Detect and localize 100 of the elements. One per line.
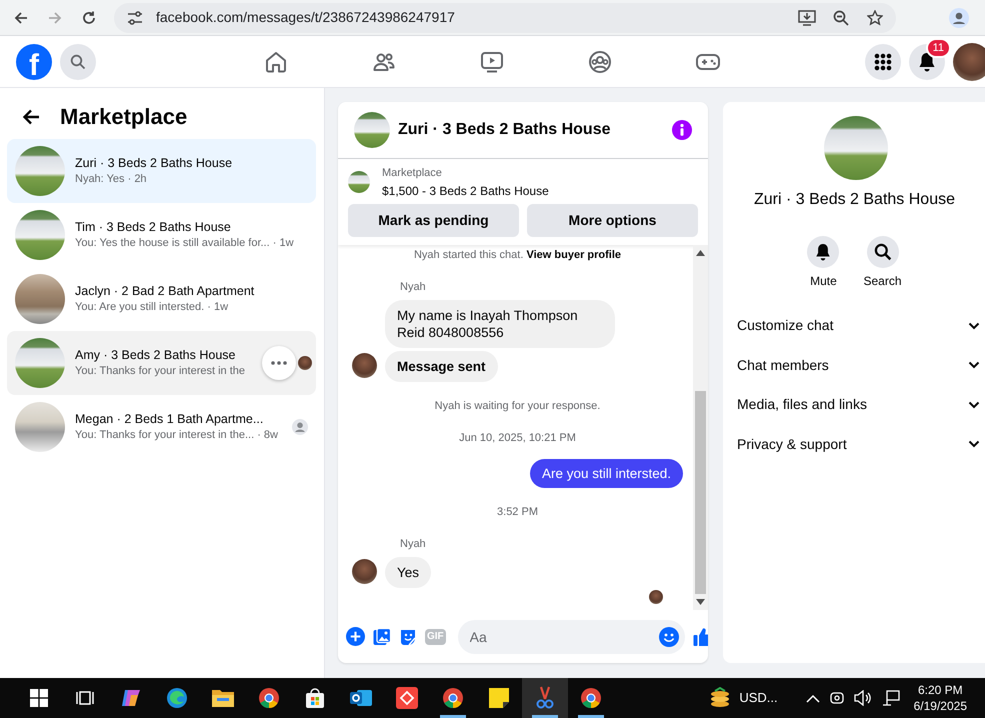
windows-logo-icon bbox=[30, 689, 48, 707]
menu-button[interactable] bbox=[865, 44, 901, 80]
taskbar-button[interactable] bbox=[522, 678, 568, 718]
groups-icon bbox=[588, 50, 612, 74]
home-icon bbox=[264, 50, 288, 74]
scroll-down-icon[interactable] bbox=[696, 599, 705, 605]
section-row[interactable]: Customize chat bbox=[723, 306, 985, 346]
coins-icon[interactable] bbox=[709, 687, 732, 709]
section-row[interactable]: Media, files and links bbox=[723, 385, 985, 424]
app-icon bbox=[120, 687, 142, 709]
more-options-button[interactable] bbox=[262, 346, 296, 380]
currency-widget-text[interactable]: USD... bbox=[739, 688, 778, 708]
site-settings-icon[interactable] bbox=[127, 10, 143, 24]
menu-grid-icon bbox=[874, 52, 892, 70]
speaker-icon[interactable] bbox=[854, 690, 872, 706]
system-notice: Nyah started this chat. View buyer profile bbox=[412, 248, 622, 262]
conversation-title: Amy · 3 Beds 2 Baths House bbox=[75, 347, 236, 364]
chevron-up-icon[interactable] bbox=[806, 694, 820, 702]
message-preview: You: Thanks for your interest in the bbox=[75, 364, 245, 379]
conversation-item[interactable]: Amy · 3 Beds 2 Baths House You: Thanks for your interest in the bbox=[7, 331, 316, 395]
image-icon[interactable] bbox=[373, 628, 391, 646]
message-bubble: Yes bbox=[385, 556, 432, 588]
conversation-item[interactable]: Megan · 2 Beds 1 Bath Apartme... You: Thanks for your interest in the... · 8w bbox=[7, 395, 316, 459]
action-button[interactable] bbox=[866, 236, 898, 268]
conversation-title: Tim · 3 Beds 2 Baths House bbox=[75, 219, 231, 236]
photo-placeholder bbox=[15, 146, 65, 196]
sender-name: Nyah bbox=[399, 280, 427, 295]
clock-date[interactable]: 6/19/2025 bbox=[914, 698, 967, 714]
thumbs-up-icon[interactable] bbox=[692, 626, 708, 646]
camera-icon[interactable] bbox=[830, 690, 844, 706]
chevron-down-icon bbox=[968, 322, 980, 330]
more-dots-icon bbox=[271, 361, 287, 365]
profile-icon[interactable] bbox=[949, 8, 969, 28]
browser-icon bbox=[166, 687, 188, 709]
scrollbar[interactable] bbox=[693, 244, 708, 610]
buyer-profile-link[interactable]: View buyer profile bbox=[526, 248, 622, 260]
search-icon bbox=[874, 243, 892, 261]
listing-action-button[interactable]: More options bbox=[527, 204, 698, 236]
photo-placeholder bbox=[348, 171, 370, 194]
sender-avatar bbox=[352, 352, 377, 378]
emoji-icon[interactable] bbox=[658, 626, 679, 646]
bell-icon bbox=[918, 52, 936, 72]
section-row[interactable]: Privacy & support bbox=[723, 424, 985, 464]
photo-placeholder bbox=[15, 274, 65, 324]
back-arrow-icon bbox=[22, 108, 40, 124]
seen-avatar bbox=[649, 590, 663, 604]
scissors-icon bbox=[535, 686, 555, 710]
timestamp: Jun 10, 2025, 10:21 PM bbox=[458, 431, 577, 446]
photo-placeholder bbox=[15, 210, 65, 260]
section-row[interactable]: Chat members bbox=[723, 346, 985, 385]
store-bag-icon bbox=[304, 687, 326, 709]
section-label: Privacy & support bbox=[737, 434, 847, 454]
network-icon[interactable] bbox=[882, 690, 900, 706]
clock-time[interactable]: 6:20 PM bbox=[914, 682, 967, 698]
photo-placeholder bbox=[15, 338, 65, 388]
photo-placeholder bbox=[354, 112, 390, 148]
message-bubble: My name is Inayah Thompson Reid 8048008556 bbox=[385, 300, 615, 348]
section-label: Chat members bbox=[737, 356, 829, 375]
message-preview: You: Thanks for your interest in the... · 8w bbox=[75, 428, 278, 443]
section-label: Media, files and links bbox=[737, 395, 867, 414]
listing-price-title: $1,500 - 3 Beds 2 Baths House bbox=[382, 182, 549, 200]
chevron-down-icon bbox=[968, 361, 980, 370]
action-label: Mute bbox=[810, 273, 837, 290]
plus-icon[interactable] bbox=[346, 627, 365, 646]
message-preview: You: Are you still intersted. · 1w bbox=[75, 300, 228, 315]
timestamp: 3:52 PM bbox=[496, 504, 539, 520]
message-preview: Nyah: Yes · 2h bbox=[75, 172, 147, 187]
reload-icon[interactable] bbox=[81, 10, 97, 26]
back-icon[interactable] bbox=[13, 10, 29, 26]
listing-label: Marketplace bbox=[382, 166, 443, 181]
chevron-down-icon bbox=[968, 400, 980, 409]
search-icon bbox=[70, 54, 86, 70]
mail-app-icon bbox=[349, 687, 373, 709]
conversation-title: Megan · 2 Beds 1 Bath Apartme... bbox=[75, 411, 264, 428]
folder-icon bbox=[211, 688, 235, 708]
action-button[interactable] bbox=[807, 236, 840, 268]
sender-name: Nyah bbox=[399, 537, 427, 552]
account-avatar[interactable] bbox=[953, 42, 985, 80]
sticker-icon[interactable] bbox=[399, 628, 417, 646]
facebook-logo[interactable]: f bbox=[16, 44, 52, 80]
search-button[interactable] bbox=[60, 44, 96, 80]
message-input[interactable]: Aa bbox=[458, 620, 685, 654]
conversation-item[interactable]: Tim · 3 Beds 2 Baths House You: Yes the house is still available for... · 1w bbox=[7, 203, 316, 267]
task-view-icon bbox=[76, 689, 94, 707]
scroll-up-icon[interactable] bbox=[696, 250, 705, 256]
conversation-title: Zuri · 3 Beds 2 Baths House bbox=[75, 155, 232, 172]
system-notice: Nyah is waiting for your response. bbox=[434, 398, 602, 414]
panel-chat-title: Zuri · 3 Beds 2 Baths House bbox=[753, 190, 956, 210]
action-label: Search bbox=[863, 273, 902, 290]
photo-placeholder bbox=[15, 402, 65, 452]
chevron-down-icon bbox=[968, 440, 980, 448]
listing-action-button[interactable]: Mark as pending bbox=[348, 204, 519, 236]
video-icon bbox=[480, 50, 504, 74]
info-icon[interactable] bbox=[672, 120, 692, 140]
zoom-icon[interactable] bbox=[833, 10, 849, 26]
install-icon[interactable] bbox=[798, 10, 816, 26]
conversation-item[interactable]: Zuri · 3 Beds 2 Baths House Nyah: Yes · 2h bbox=[7, 139, 316, 203]
bookmark-star-icon[interactable] bbox=[867, 10, 883, 26]
conversation-item[interactable]: Jaclyn · 2 Bad 2 Bath Apartment You: Are you still intersted. · 1w bbox=[7, 267, 316, 331]
message-bubble: Message sent bbox=[385, 350, 498, 382]
